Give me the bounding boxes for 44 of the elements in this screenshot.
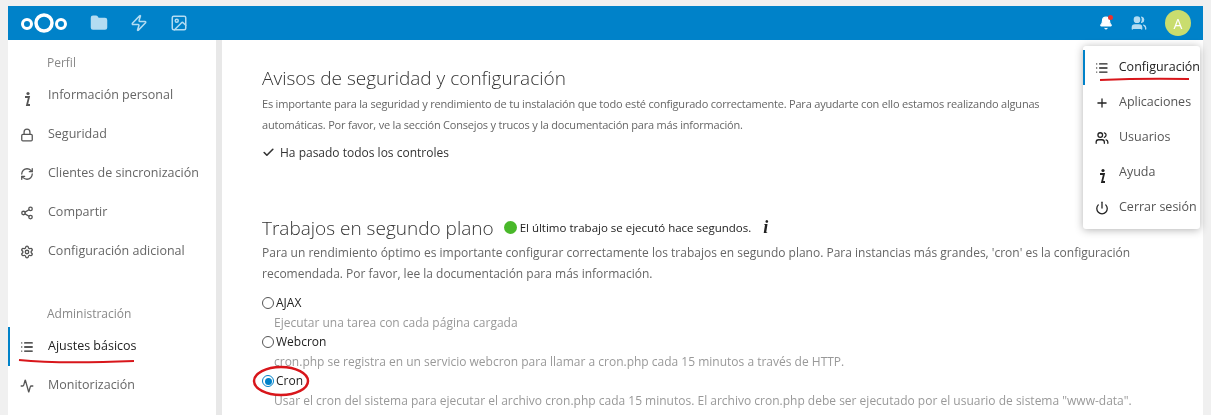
section-heading: Avisos de seguridad y configuración	[262, 64, 566, 93]
notification-icon[interactable]	[1099, 16, 1113, 30]
sidebar-item[interactable]: Clientes de sincronización	[8, 154, 216, 193]
radio-option[interactable]: Webcron	[262, 333, 327, 351]
folder-icon[interactable]	[90, 14, 108, 32]
sidebar-item[interactable]: Información personal	[8, 76, 216, 115]
option-hint: Ejecutar una tarea con cada página cargada	[273, 313, 519, 333]
plus-icon	[1095, 95, 1109, 110]
info-icon[interactable]: i	[763, 214, 769, 242]
radio-option[interactable]: AJAX	[262, 294, 302, 312]
description-text: Para un rendimiento óptimo es importante configurar correctamente los trabajos en segundo plano. Para instancias más grandes, 'cron' es la configuración recomendada. Por favor, lee la documentación para más información.	[262, 243, 1131, 284]
logo-icon	[20, 12, 68, 34]
lock-icon	[20, 127, 34, 142]
section-heading: Trabajos en segundo plano	[262, 213, 494, 242]
lightning-icon[interactable]	[130, 14, 148, 32]
users-icon	[1095, 130, 1109, 145]
status-text: El último trabajo se ejecutó hace segundos.	[519, 219, 752, 237]
share-icon	[20, 205, 34, 220]
description-text: automáticas. Por favor, ve la sección Consejos y trucos y la documentación para más información.	[262, 115, 743, 134]
sidebar-item[interactable]: Seguridad	[8, 115, 216, 154]
description-text: Es importante para la seguridad y rendimiento de tu instalación que todo esté configurado correctamente. Para ayudarte con ello estamos realizando algunas	[262, 94, 1040, 113]
menu-item[interactable]: Configuración	[1083, 50, 1200, 85]
status-text: Ha pasado todos los controles	[280, 143, 449, 162]
menu-item[interactable]: Cerrar sesión	[1083, 190, 1200, 225]
pulse-icon	[20, 378, 34, 393]
settings-icon	[20, 244, 34, 259]
list-icon	[20, 339, 34, 354]
menu-item[interactable]: Usuarios	[1083, 120, 1200, 155]
list-icon	[1095, 60, 1109, 75]
power-icon	[1095, 200, 1109, 215]
sync-icon	[20, 166, 34, 181]
section-title: Perfil	[46, 53, 77, 73]
option-hint: cron.php se registra en un servicio webcron para llamar a cron.php cada 15 minutos a través de HTTP.	[273, 352, 846, 372]
check-icon	[262, 146, 275, 159]
sidebar-item[interactable]: Ajustes básicos	[8, 327, 216, 366]
sidebar-item[interactable]: Monitorización	[8, 366, 216, 405]
menu-item[interactable]: Ayuda	[1083, 155, 1200, 190]
section-title: Administración	[46, 304, 133, 324]
sidebar-item[interactable]: Compartir	[8, 193, 216, 232]
option-hint: Usar el cron del sistema para ejecutar el archivo cron.php cada 15 minutos. El archivo cron.php debe ser ejecutado por el usuario de sistema "www-data".	[273, 391, 1133, 411]
menu-item[interactable]: Aplicaciones	[1083, 85, 1200, 120]
contacts-icon[interactable]	[1131, 15, 1147, 31]
sidebar-item[interactable]: Configuración adicional	[8, 232, 216, 271]
image-icon[interactable]	[170, 14, 188, 32]
